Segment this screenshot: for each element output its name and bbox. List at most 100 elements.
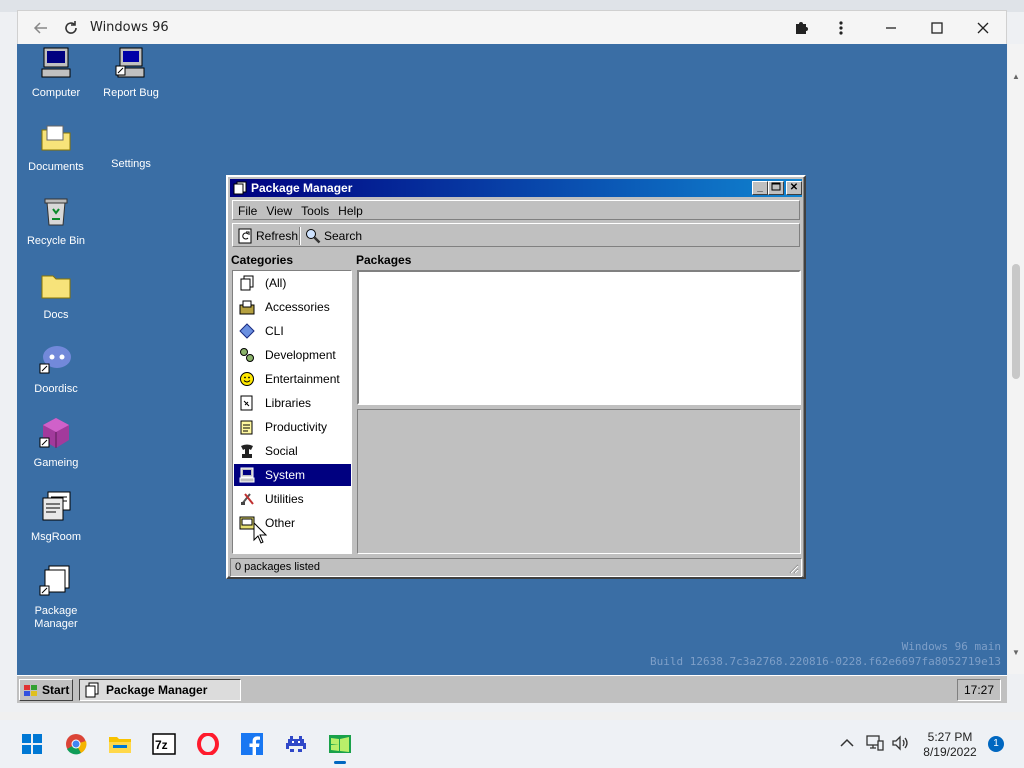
smiley-icon <box>240 372 254 386</box>
category-item-cli[interactable]: CLI <box>234 320 351 342</box>
package-detail-pane <box>357 409 801 554</box>
gameing-cube-icon <box>39 418 69 448</box>
desktop-icon-documents[interactable]: Documents <box>18 120 94 174</box>
category-label: Productivity <box>265 420 328 434</box>
opera-icon[interactable] <box>196 732 220 756</box>
start-logo-icon <box>24 685 37 696</box>
win96-taskbar: Start Package Manager 17:27 <box>17 675 1007 703</box>
doordisc-icon <box>39 346 71 374</box>
network-icon[interactable] <box>866 735 884 751</box>
category-item-libraries[interactable]: Libraries <box>234 392 351 414</box>
status-text: 0 packages listed <box>235 561 320 573</box>
kebab-menu-icon[interactable] <box>830 17 852 39</box>
categories-heading: Categories <box>231 253 294 267</box>
menu-file[interactable]: File <box>233 201 261 218</box>
scroll-down-icon[interactable]: ▼ <box>1012 648 1020 657</box>
category-label: Social <box>265 444 298 458</box>
desktop-icon-doordisc[interactable]: Doordisc <box>18 342 94 396</box>
category-list: (All) Accessories CLI Development Entert… <box>232 270 352 554</box>
menu-view[interactable]: View <box>261 201 296 218</box>
minimize-icon[interactable] <box>880 17 902 39</box>
desktop-icon-docs[interactable]: Docs <box>18 268 94 322</box>
package-list[interactable] <box>357 270 801 405</box>
puzzle-icon[interactable] <box>790 17 812 39</box>
category-item-all[interactable]: (All) <box>234 272 351 294</box>
desktop-icon-report-bug[interactable]: Report Bug <box>93 46 169 100</box>
refresh-icon <box>238 228 252 243</box>
chevron-up-icon[interactable] <box>840 737 854 749</box>
maximize-button[interactable] <box>768 181 784 195</box>
title-bar[interactable]: Package Manager _ ✕ <box>230 179 802 197</box>
desktop-icon-msgroom[interactable]: MsgRoom <box>18 490 94 544</box>
category-item-social[interactable]: Social <box>234 440 351 462</box>
toolbar: Refresh Search <box>232 223 800 247</box>
refresh-label: Refresh <box>256 228 299 243</box>
package-manager-task-icon <box>85 682 99 698</box>
game-invader-icon[interactable] <box>284 732 308 756</box>
desktop-icon-computer[interactable]: Computer <box>18 46 94 100</box>
start-button[interactable]: Start <box>19 679 73 701</box>
search-button[interactable]: Search <box>305 226 362 245</box>
back-arrow-icon[interactable] <box>30 17 52 39</box>
host-clock[interactable]: 5:27 PM 8/19/2022 <box>922 730 978 760</box>
category-label: CLI <box>265 324 284 338</box>
scroll-up-icon[interactable]: ▲ <box>1012 72 1020 81</box>
desktop-icon-gameing[interactable]: Gameing <box>18 416 94 470</box>
browser-window-chrome: Windows 96 <box>17 10 1007 44</box>
close-icon[interactable] <box>972 17 994 39</box>
search-label: Search <box>324 228 363 243</box>
category-item-other[interactable]: Other <box>234 512 351 534</box>
category-item-accessories[interactable]: Accessories <box>234 296 351 318</box>
minimize-icon: _ <box>757 182 763 193</box>
minimize-button[interactable]: _ <box>752 181 768 195</box>
refresh-button[interactable]: Refresh <box>237 226 298 245</box>
category-label: Other <box>265 516 296 530</box>
facebook-icon[interactable] <box>240 732 264 756</box>
start-label: Start <box>42 683 70 697</box>
close-button[interactable]: ✕ <box>786 181 802 195</box>
volume-icon[interactable] <box>892 735 910 751</box>
toolbar-separator <box>299 227 301 245</box>
menu-tools[interactable]: Tools <box>296 201 333 218</box>
scroll-thumb[interactable] <box>1012 264 1020 379</box>
accessories-icon <box>239 300 255 315</box>
menu-help[interactable]: Help <box>333 201 367 218</box>
recycle-bin-icon <box>44 198 68 226</box>
host-date: 8/19/2022 <box>923 745 977 759</box>
category-item-system[interactable]: System <box>234 464 351 486</box>
category-label: Utilities <box>265 492 304 506</box>
package-manager-title-icon <box>233 181 247 195</box>
taskbar-item-package-manager[interactable]: Package Manager <box>79 679 241 701</box>
maximize-icon[interactable] <box>926 17 948 39</box>
development-gears-icon <box>240 348 254 362</box>
host-scrollbar[interactable]: ▲ ▼ <box>1008 44 1024 674</box>
desktop-icon-recycle-bin[interactable]: Recycle Bin <box>18 194 94 248</box>
category-item-productivity[interactable]: Productivity <box>234 416 351 438</box>
desktop-icon-package-manager[interactable]: Package Manager <box>18 564 94 631</box>
build-watermark: Windows 96 main Build 12638.7c3a2768.220… <box>650 639 1001 669</box>
package-manager-icon <box>39 565 70 596</box>
file-explorer-icon[interactable] <box>108 732 132 756</box>
all-packages-icon <box>240 275 254 291</box>
chrome-icon[interactable] <box>64 732 88 756</box>
reload-icon[interactable] <box>60 17 82 39</box>
desktop-icon-settings[interactable]: Settings <box>93 120 169 171</box>
utilities-tools-icon <box>241 493 254 505</box>
close-icon: ✕ <box>789 182 799 193</box>
packages-heading: Packages <box>356 253 412 267</box>
msgroom-icon <box>42 491 71 521</box>
category-label: System <box>265 468 306 482</box>
host-taskbar: 7z 5:27 PM 8/19/2022 <box>0 720 1024 768</box>
notification-badge[interactable]: 1 <box>988 736 1004 752</box>
category-label: Development <box>265 348 336 362</box>
windows96-app-icon[interactable] <box>328 732 352 764</box>
search-icon <box>306 228 321 243</box>
7zip-icon[interactable]: 7z <box>152 732 176 756</box>
cli-diamond-icon <box>239 323 255 339</box>
category-item-development[interactable]: Development <box>234 344 351 366</box>
maximize-icon <box>771 182 781 191</box>
category-item-utilities[interactable]: Utilities <box>234 488 351 510</box>
windows-start-icon[interactable] <box>20 732 44 756</box>
resize-grip-icon[interactable] <box>787 562 799 574</box>
category-item-entertainment[interactable]: Entertainment <box>234 368 351 390</box>
